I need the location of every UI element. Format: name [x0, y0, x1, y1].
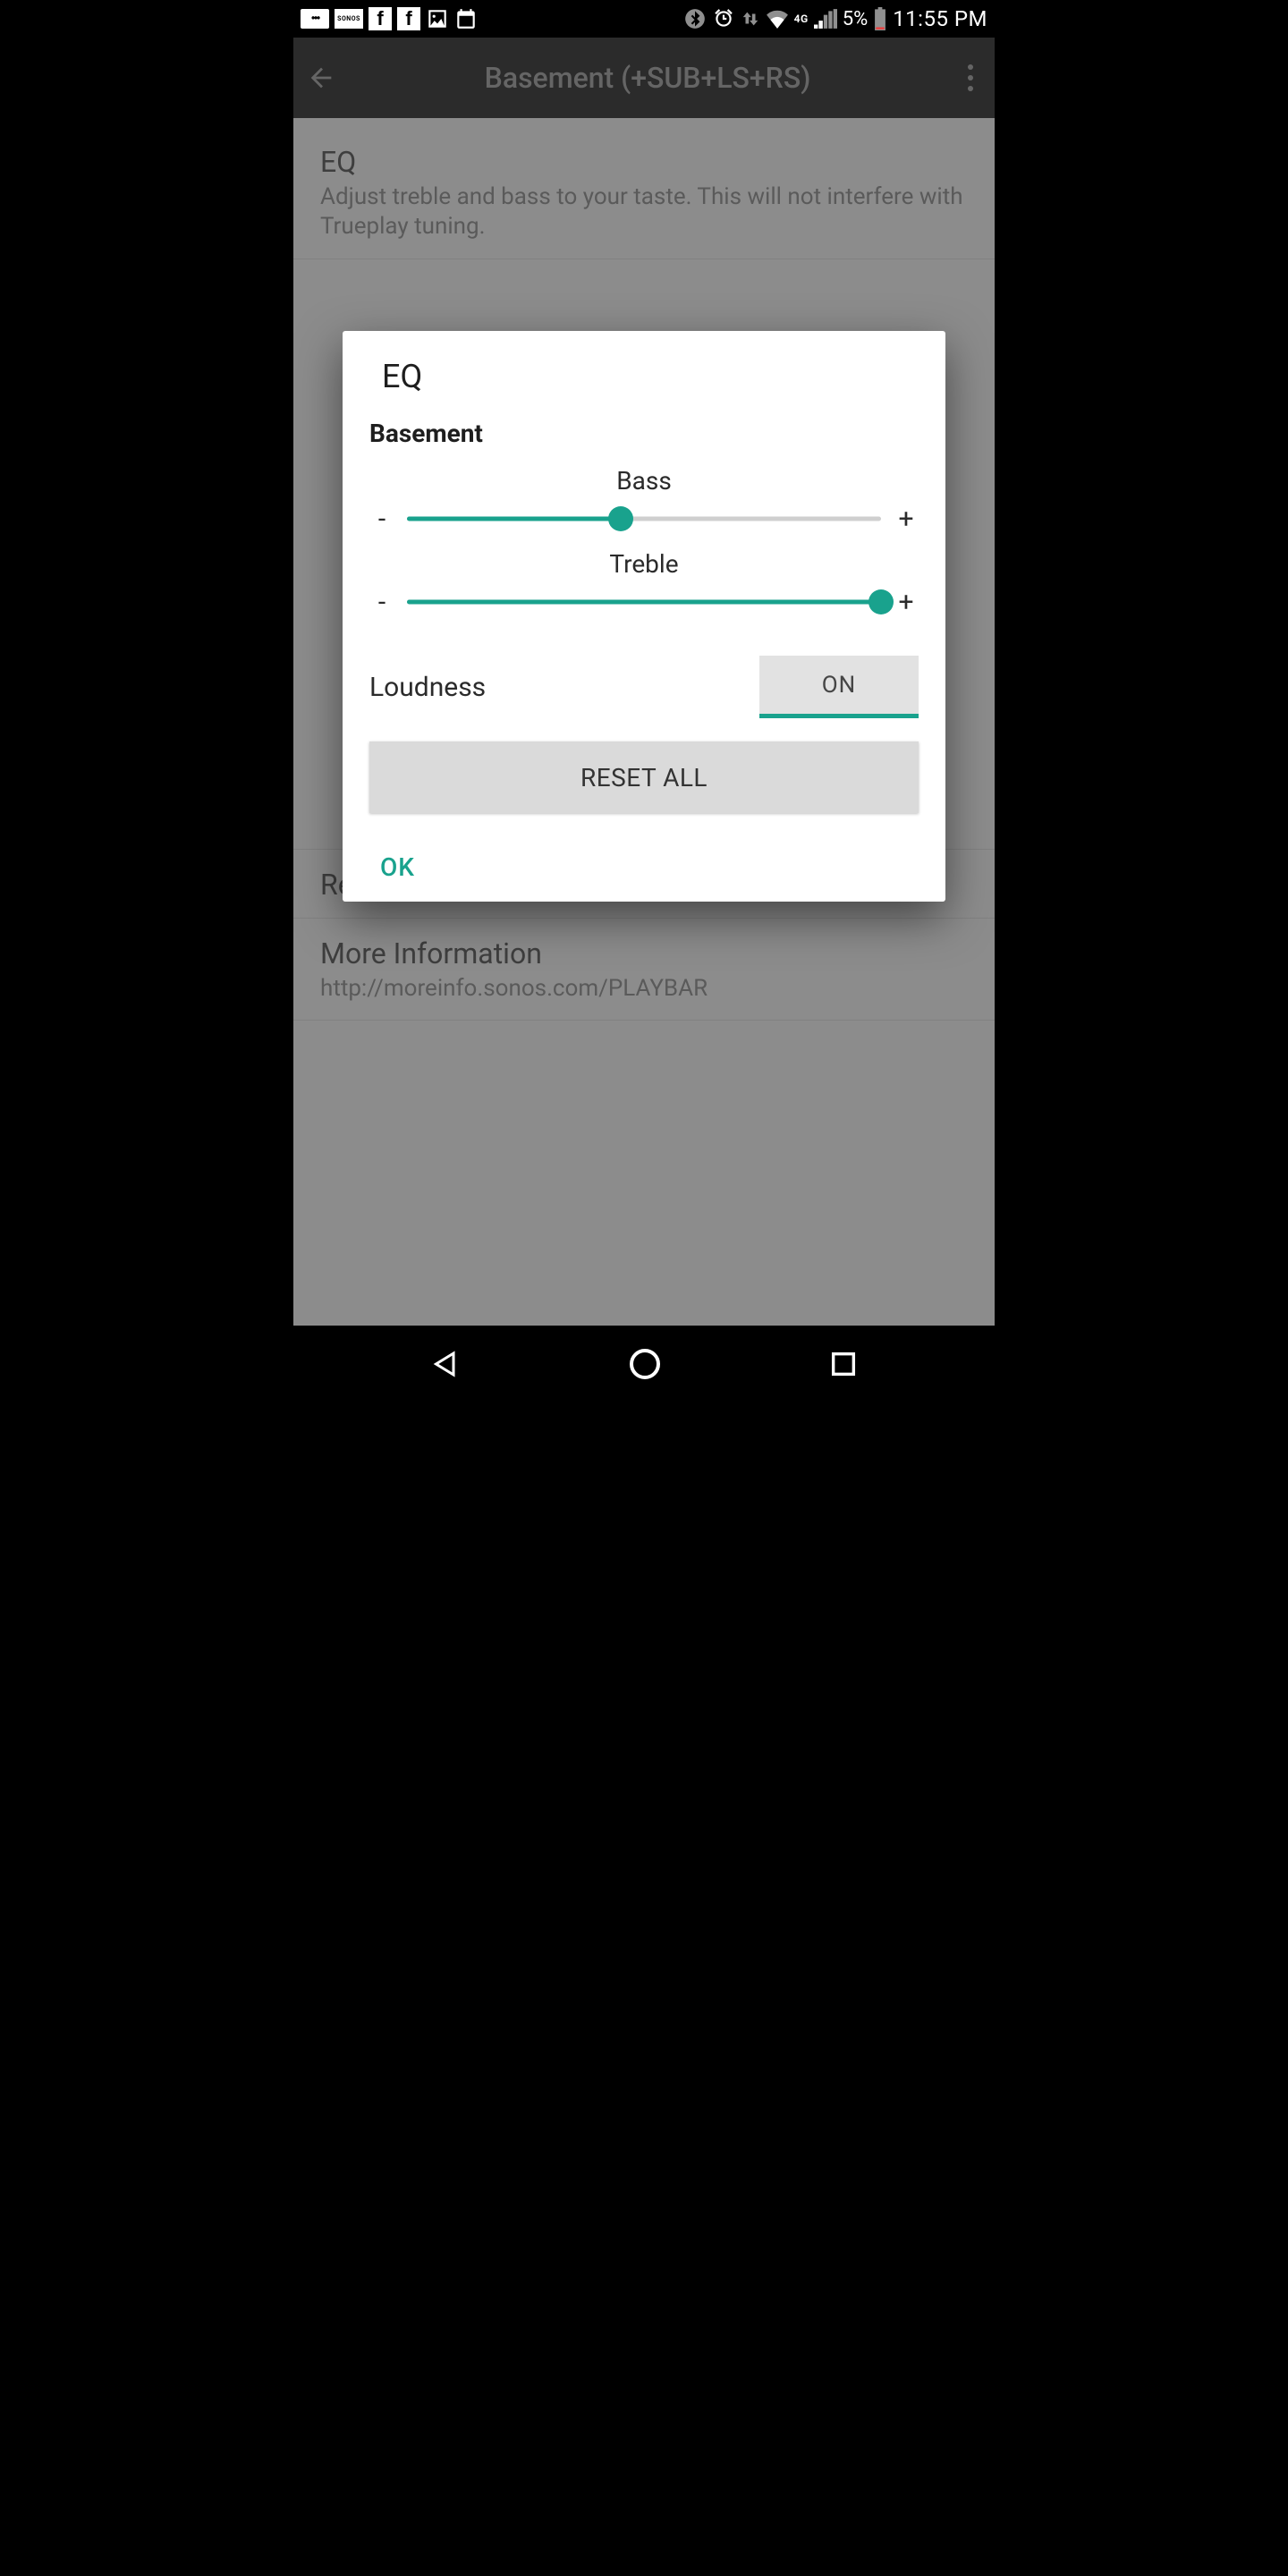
cell-signal-icon	[814, 9, 837, 29]
more-notif-icon: •••	[301, 9, 329, 29]
bass-slider-block: Bass - +	[369, 466, 919, 537]
loudness-label: Loudness	[369, 672, 486, 703]
facebook-notif-icon: f	[369, 7, 392, 30]
treble-slider-thumb[interactable]	[869, 589, 894, 614]
bass-minus-button[interactable]: -	[369, 504, 394, 535]
loudness-row: Loudness ON	[369, 656, 919, 718]
data-sync-icon	[741, 9, 760, 29]
bluetooth-icon	[683, 7, 707, 30]
sonos-notif-icon: SONOS	[335, 9, 363, 29]
android-nav-bar	[293, 1326, 995, 1402]
dialog-room-name: Basement	[369, 419, 919, 448]
screen: ••• SONOS f f 4G	[293, 0, 995, 1402]
treble-plus-button[interactable]: +	[894, 587, 919, 618]
loudness-toggle[interactable]: ON	[759, 656, 919, 718]
treble-minus-button[interactable]: -	[369, 587, 394, 618]
treble-label: Treble	[369, 549, 919, 579]
nav-back-button[interactable]	[429, 1348, 462, 1380]
status-left-icons: ••• SONOS f f	[301, 7, 478, 30]
bass-slider[interactable]	[407, 501, 881, 537]
ok-button[interactable]: OK	[380, 852, 415, 882]
eq-dialog: EQ Basement Bass - + Treble -	[343, 331, 945, 902]
nav-recents-button[interactable]	[828, 1349, 859, 1379]
status-right-icons: 4G 5% 11:55 PM	[683, 6, 987, 31]
dialog-title: EQ	[369, 358, 919, 395]
treble-slider-fill	[407, 600, 881, 605]
status-clock: 11:55 PM	[893, 6, 987, 31]
wifi-icon	[766, 9, 789, 29]
nav-home-button[interactable]	[627, 1346, 663, 1382]
network-label: 4G	[794, 13, 809, 25]
bass-slider-thumb[interactable]	[608, 506, 633, 531]
photo-notif-icon	[426, 7, 449, 30]
calendar-notif-icon	[454, 7, 478, 30]
facebook-notif-icon: f	[397, 7, 420, 30]
battery-percent: 5%	[843, 8, 868, 30]
treble-slider-block: Treble - +	[369, 549, 919, 620]
bass-plus-button[interactable]: +	[894, 504, 919, 535]
treble-slider[interactable]	[407, 584, 881, 620]
status-bar: ••• SONOS f f 4G	[293, 0, 995, 38]
battery-icon	[873, 7, 887, 30]
bass-label: Bass	[369, 466, 919, 496]
alarm-icon	[712, 7, 735, 30]
reset-all-button[interactable]: RESET ALL	[369, 741, 919, 813]
bass-slider-fill	[407, 517, 621, 521]
